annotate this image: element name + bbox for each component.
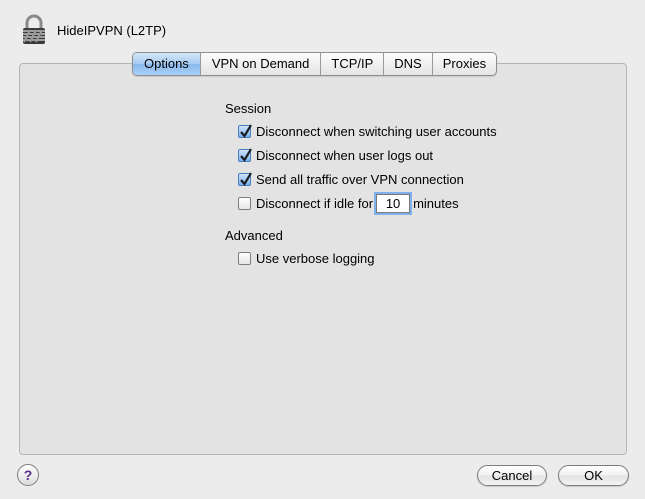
tab-tcp-ip[interactable]: TCP/IP (320, 53, 383, 75)
checkbox-send-all-traffic[interactable] (238, 171, 252, 186)
lock-icon (20, 14, 48, 46)
tab-proxies[interactable]: Proxies (431, 53, 496, 75)
cancel-button[interactable]: Cancel (477, 465, 547, 486)
option-verbose-logging[interactable]: Use verbose logging (238, 249, 375, 267)
connection-title: HideIPVPN (L2TP) (57, 23, 167, 38)
checkmark-icon (240, 171, 252, 186)
option-label: Send all traffic over VPN connection (256, 171, 464, 187)
tab-dns[interactable]: DNS (383, 53, 431, 75)
option-disconnect-logout[interactable]: Disconnect when user logs out (238, 146, 433, 164)
option-send-all-traffic[interactable]: Send all traffic over VPN connection (238, 170, 464, 188)
idle-minutes-field[interactable] (376, 193, 411, 213)
ok-button[interactable]: OK (558, 465, 629, 486)
option-disconnect-switching-users[interactable]: Disconnect when switching user accounts (238, 122, 497, 140)
session-heading: Session (225, 101, 272, 116)
checkmark-icon (240, 147, 252, 162)
option-label: Disconnect when switching user accounts (256, 123, 497, 139)
option-label: Disconnect when user logs out (256, 147, 434, 163)
option-disconnect-idle[interactable]: Disconnect if idle for minutes (238, 193, 459, 213)
tab-options[interactable]: Options (133, 53, 200, 75)
option-label: Use verbose logging (256, 250, 375, 266)
help-button[interactable]: ? (17, 464, 39, 486)
window-header: HideIPVPN (L2TP) (0, 0, 645, 54)
checkmark-icon (240, 123, 252, 138)
tab-bar: Options VPN on Demand TCP/IP DNS Proxies (132, 52, 498, 76)
idle-label-before: Disconnect if idle for (256, 195, 374, 211)
checkbox-disconnect-idle[interactable] (238, 196, 251, 210)
checkbox-verbose-logging[interactable] (238, 251, 251, 265)
idle-label-after: minutes (413, 195, 459, 211)
advanced-heading: Advanced (225, 228, 283, 243)
tab-vpn-on-demand[interactable]: VPN on Demand (199, 53, 321, 75)
checkbox-disconnect-switching-users[interactable] (238, 123, 252, 138)
checkbox-disconnect-logout[interactable] (238, 147, 252, 162)
